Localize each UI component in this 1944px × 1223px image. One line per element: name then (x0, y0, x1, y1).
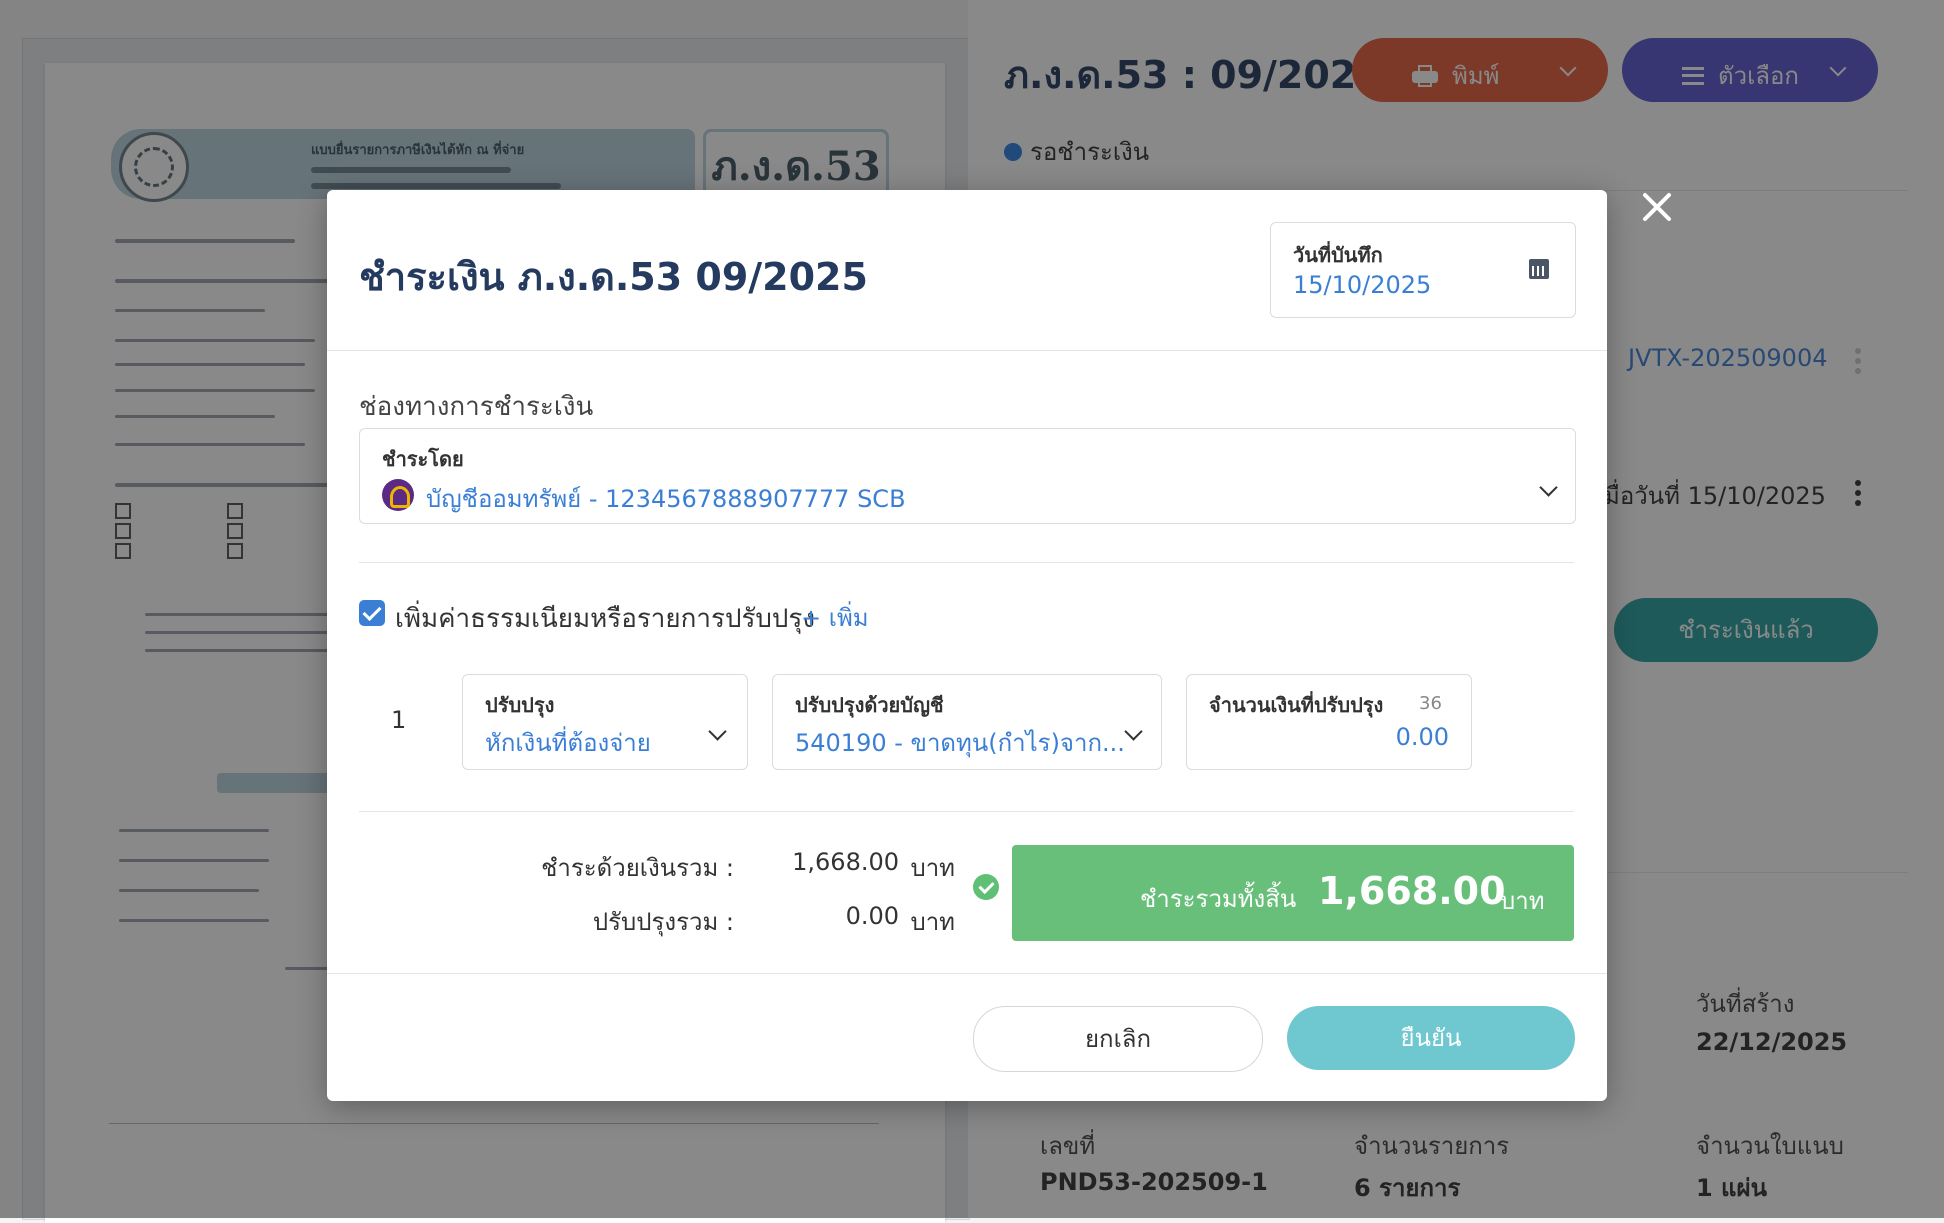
modal-header-divider (327, 350, 1607, 351)
adjustment-type-value: หักเงินที่ต้องจ่าย (485, 729, 651, 757)
add-adjustment-link[interactable]: + เพิ่ม (801, 598, 869, 637)
modal-footer-divider (327, 973, 1607, 974)
grand-total-value: 1,668.00 (1318, 869, 1506, 913)
grand-total-box: ชำระรวมทั้งสิ้น 1,668.00 บาท (1012, 845, 1574, 941)
paid-total-value: 1,668.00 (792, 848, 899, 876)
adjustment-account-label: ปรับปรุงด้วยบัญชี (795, 693, 944, 717)
adjustment-amount-input[interactable]: จำนวนเงินที่ปรับปรุง 36 0.00 (1186, 674, 1472, 770)
adjustment-amount-value[interactable]: 0.00 (1396, 723, 1449, 751)
chevron-down-icon[interactable] (708, 722, 727, 741)
adjustment-amount-label: จำนวนเงินที่ปรับปรุง (1209, 693, 1384, 717)
paid-total-unit: บาท (910, 854, 955, 882)
adjustment-amount-counter: 36 (1419, 693, 1442, 714)
adjustment-checkbox-label[interactable]: เพิ่มค่าธรรมเนียมหรือรายการปรับปรุง (395, 598, 815, 639)
record-date-label: วันที่บันทึก (1293, 243, 1383, 267)
adjustment-type-select[interactable]: ปรับปรุง หักเงินที่ต้องจ่าย (462, 674, 748, 770)
grand-total-unit: บาท (1500, 887, 1545, 915)
chevron-down-icon[interactable] (1539, 478, 1558, 497)
close-icon[interactable] (1640, 190, 1674, 224)
adjustment-account-select[interactable]: ปรับปรุงด้วยบัญชี 540190 - ขาดทุน(กำไร)จ… (772, 674, 1162, 770)
modal-title: ชำระเงิน ภ.ง.ด.53 09/2025 (359, 255, 868, 299)
adjust-total-value: 0.00 (845, 902, 899, 930)
payment-channel-label: ช่องทางการชำระเงิน (359, 392, 594, 422)
grand-total-label: ชำระรวมทั้งสิ้น (1140, 885, 1297, 913)
pay-by-label: ชำระโดย (382, 447, 464, 471)
record-date-field[interactable]: วันที่บันทึก 15/10/2025 (1270, 222, 1576, 318)
confirm-button[interactable]: ยืนยัน (1287, 1006, 1575, 1070)
adjustment-type-label: ปรับปรุง (485, 693, 555, 717)
bank-logo-icon (382, 479, 414, 511)
adjust-total-label: ปรับปรุงรวม : (592, 908, 734, 936)
record-date-value[interactable]: 15/10/2025 (1293, 271, 1431, 299)
divider (359, 562, 1574, 563)
payment-modal: ชำระเงิน ภ.ง.ด.53 09/2025 วันที่บันทึก 1… (327, 190, 1607, 1101)
pay-by-select[interactable]: ชำระโดย บัญชีออมทรัพย์ - 123456788890777… (359, 428, 1576, 524)
adjustment-checkbox[interactable] (359, 600, 385, 626)
check-circle-icon (973, 874, 999, 900)
calendar-icon[interactable] (1529, 259, 1549, 279)
adjustment-account-value: 540190 - ขาดทุน(กำไร)จาก... (795, 729, 1125, 757)
paid-total-label: ชำระด้วยเงินรวม : (541, 854, 734, 882)
chevron-down-icon[interactable] (1124, 722, 1143, 741)
pay-by-value: บัญชีออมทรัพย์ - 1234567888907777 SCB (426, 485, 906, 513)
adjustment-row-index: 1 (391, 706, 407, 734)
divider (359, 811, 1574, 812)
cancel-button[interactable]: ยกเลิก (973, 1006, 1263, 1072)
adjust-total-unit: บาท (910, 908, 955, 936)
